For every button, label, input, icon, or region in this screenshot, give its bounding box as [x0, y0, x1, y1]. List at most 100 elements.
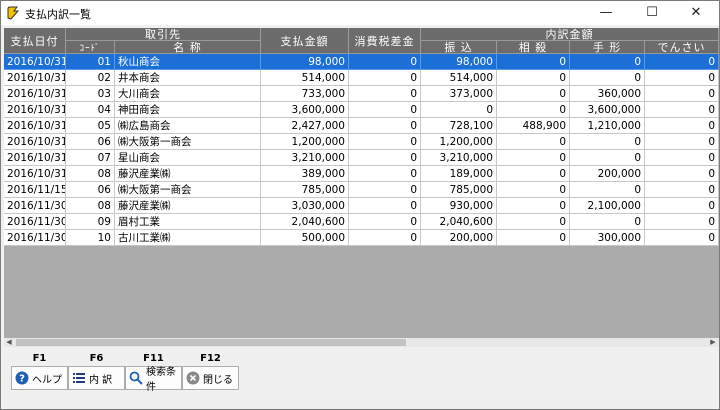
cell-tax: 0 [349, 118, 421, 134]
cell-densai: 0 [645, 86, 719, 102]
payment-grid[interactable]: 支払日付 取引先 ｺｰﾄﾞ 名 称 支払金額 消費税差金 内訳金額 振 込 相 … [4, 28, 719, 339]
close-circle-icon [186, 371, 200, 385]
window-title: 支払内訳一覧 [25, 8, 91, 21]
header-amount[interactable]: 支払金額 [261, 28, 349, 54]
cell-amount: 500,000 [261, 230, 349, 246]
cell-bill: 2,100,000 [570, 198, 645, 214]
table-row[interactable]: 2016/11/30 10 古川工業㈱ 500,000 0 200,000 0 300,000… [4, 230, 719, 246]
header-tax-diff[interactable]: 消費税差金 [349, 28, 421, 54]
cell-transfer: 728,100 [421, 118, 497, 134]
table-row[interactable]: 2016/10/31 06 ㈱大阪第一商会 1,200,000 0 1,200,000 0 0… [4, 134, 719, 150]
cell-name: 古川工業㈱ [115, 230, 261, 246]
cell-amount: 514,000 [261, 70, 349, 86]
fkey-label-f12: F12 [200, 353, 221, 364]
table-row[interactable]: 2016/10/31 01 秋山商会 98,000 0 98,000 0 0 0 [4, 54, 719, 70]
cell-densai: 0 [645, 134, 719, 150]
cell-name: 大川商会 [115, 86, 261, 102]
fkey-button-f11[interactable]: 検索条件 [125, 366, 182, 393]
scroll-right-icon[interactable]: ▶ [708, 338, 718, 347]
cell-transfer: 1,200,000 [421, 134, 497, 150]
scrollbar-thumb[interactable] [16, 339, 406, 346]
cell-offset: 0 [497, 182, 570, 198]
cell-amount: 2,040,600 [261, 214, 349, 230]
cell-code: 03 [66, 86, 115, 102]
fkey-button-f6[interactable]: 内 訳 [68, 366, 125, 390]
cell-date: 2016/11/15 [4, 182, 66, 198]
cell-bill: 0 [570, 150, 645, 166]
header-date[interactable]: 支払日付 [4, 28, 66, 54]
cell-code: 09 [66, 214, 115, 230]
cell-tax: 0 [349, 150, 421, 166]
cell-code: 06 [66, 182, 115, 198]
cell-bill: 200,000 [570, 166, 645, 182]
cell-name: 眉村工業 [115, 214, 261, 230]
cell-transfer: 373,000 [421, 86, 497, 102]
table-row[interactable]: 2016/10/31 08 藤沢産業㈱ 389,000 0 189,000 0 200,000… [4, 166, 719, 182]
cell-tax: 0 [349, 230, 421, 246]
cell-densai: 0 [645, 54, 719, 70]
app-window: 支払内訳一覧 — ☐ ✕ 支払日付 取引先 ｺｰﾄﾞ 名 称 支払金額 消費税差… [0, 0, 720, 410]
header-densai[interactable]: でんさい [645, 41, 719, 54]
cell-tax: 0 [349, 54, 421, 70]
header-offset[interactable]: 相 殺 [497, 41, 570, 54]
cell-amount: 389,000 [261, 166, 349, 182]
close-button[interactable]: ✕ [673, 1, 719, 25]
fkey-label-f6: F6 [89, 353, 104, 364]
fkey-button-f1[interactable]: ? ヘルプ [11, 366, 68, 390]
header-transfer[interactable]: 振 込 [421, 41, 497, 54]
cell-code: 01 [66, 54, 115, 70]
cell-densai: 0 [645, 182, 719, 198]
fkey-button-label: ヘルプ [32, 374, 62, 386]
cell-transfer: 930,000 [421, 198, 497, 214]
horizontal-scrollbar[interactable]: ◀ ▶ [4, 338, 719, 347]
cell-offset: 0 [497, 70, 570, 86]
cell-offset: 0 [497, 54, 570, 70]
cell-tax: 0 [349, 182, 421, 198]
cell-tax: 0 [349, 166, 421, 182]
cell-name: ㈱広島商会 [115, 118, 261, 134]
app-icon [7, 6, 20, 20]
cell-tax: 0 [349, 102, 421, 118]
cell-amount: 3,210,000 [261, 150, 349, 166]
cell-amount: 1,200,000 [261, 134, 349, 150]
table-row[interactable]: 2016/10/31 05 ㈱広島商会 2,427,000 0 728,100 488,90… [4, 118, 719, 134]
header-bill[interactable]: 手 形 [570, 41, 645, 54]
fkey-button-label: 検索条件 [146, 367, 176, 393]
table-row[interactable]: 2016/10/31 04 神田商会 3,600,000 0 0 0 3,600,000 0 [4, 102, 719, 118]
cell-amount: 98,000 [261, 54, 349, 70]
help-icon: ? [15, 371, 29, 385]
cell-bill: 0 [570, 182, 645, 198]
table-row[interactable]: 2016/10/31 02 井本商会 514,000 0 514,000 0 0 0 [4, 70, 719, 86]
maximize-button[interactable]: ☐ [629, 1, 675, 25]
fkey-label-f1: F1 [32, 353, 47, 364]
cell-amount: 2,427,000 [261, 118, 349, 134]
table-row[interactable]: 2016/11/30 09 眉村工業 2,040,600 0 2,040,600 0 0 0 [4, 214, 719, 230]
cell-bill: 0 [570, 214, 645, 230]
cell-densai: 0 [645, 166, 719, 182]
cell-tax: 0 [349, 214, 421, 230]
scroll-left-icon[interactable]: ◀ [4, 338, 14, 347]
cell-code: 10 [66, 230, 115, 246]
cell-offset: 0 [497, 230, 570, 246]
header-name[interactable]: 名 称 [115, 41, 261, 54]
cell-amount: 785,000 [261, 182, 349, 198]
table-row[interactable]: 2016/11/15 06 ㈱大阪第一商会 785,000 0 785,000 0 0 0 [4, 182, 719, 198]
cell-offset: 0 [497, 214, 570, 230]
cell-transfer: 514,000 [421, 70, 497, 86]
cell-date: 2016/11/30 [4, 198, 66, 214]
cell-bill: 3,600,000 [570, 102, 645, 118]
cell-bill: 300,000 [570, 230, 645, 246]
cell-tax: 0 [349, 198, 421, 214]
cell-name: 秋山商会 [115, 54, 261, 70]
table-row[interactable]: 2016/11/30 08 藤沢産業㈱ 3,030,000 0 930,000 0 2,100… [4, 198, 719, 214]
cell-offset: 0 [497, 198, 570, 214]
cell-densai: 0 [645, 198, 719, 214]
cell-name: ㈱大阪第一商会 [115, 182, 261, 198]
table-row[interactable]: 2016/10/31 07 星山商会 3,210,000 0 3,210,000 0 0 0 [4, 150, 719, 166]
cell-densai: 0 [645, 214, 719, 230]
table-row[interactable]: 2016/10/31 03 大川商会 733,000 0 373,000 0 360,000 0 [4, 86, 719, 102]
fkey-button-f12[interactable]: 閉じる [182, 366, 239, 390]
cell-code: 02 [66, 70, 115, 86]
minimize-button[interactable]: — [583, 1, 629, 25]
header-code[interactable]: ｺｰﾄﾞ [66, 41, 115, 54]
